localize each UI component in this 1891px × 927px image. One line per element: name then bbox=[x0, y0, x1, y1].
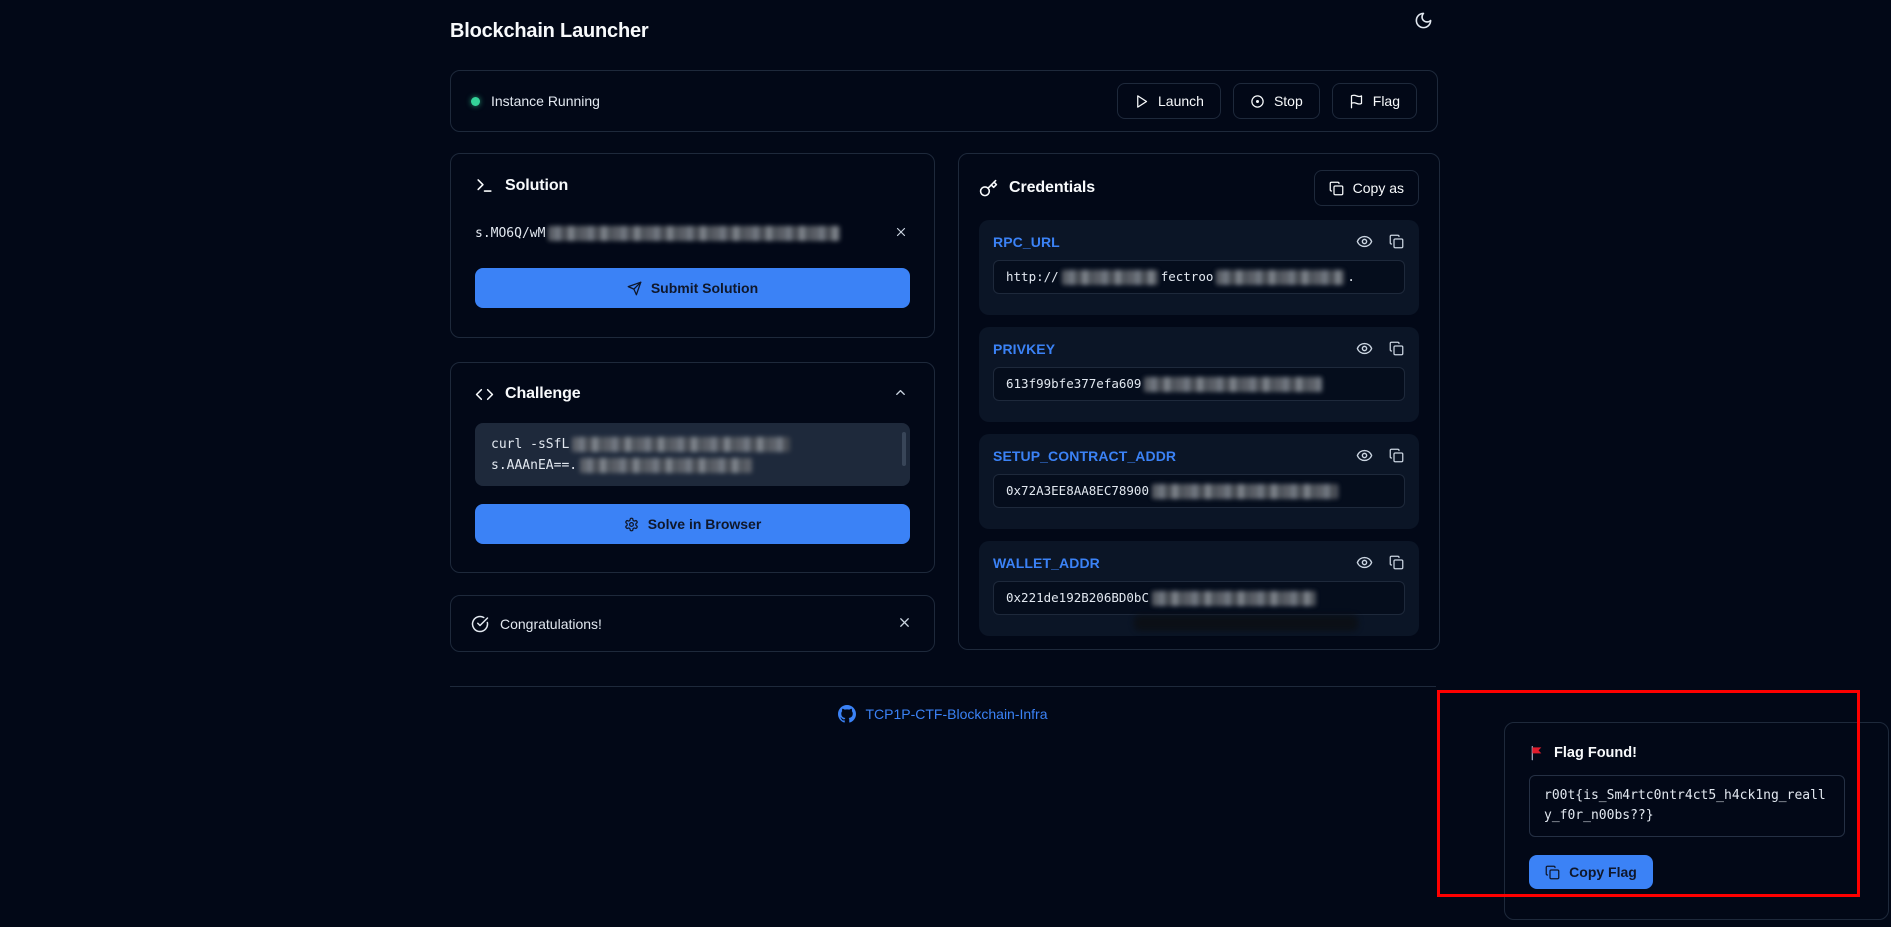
credential-group-setup-contract-addr: SETUP_CONTRACT_ADDR 0x72A3EE8AA8EC78900 bbox=[979, 434, 1419, 529]
congratulations-banner: Congratulations! bbox=[450, 595, 935, 652]
eye-icon bbox=[1356, 233, 1373, 250]
flag-button[interactable]: Flag bbox=[1332, 83, 1417, 119]
instance-actions: Launch Stop Flag bbox=[1117, 83, 1417, 119]
moon-icon bbox=[1414, 11, 1433, 30]
key-icon bbox=[979, 179, 998, 198]
code-line-1: curl -sSfL bbox=[491, 437, 569, 452]
solution-input-redacted bbox=[548, 226, 840, 241]
terminal-icon bbox=[475, 176, 494, 195]
challenge-card-title: Challenge bbox=[505, 385, 581, 403]
copy-value-button[interactable] bbox=[1388, 233, 1405, 250]
send-icon bbox=[627, 281, 642, 296]
copy-icon bbox=[1389, 234, 1404, 249]
submit-solution-label: Submit Solution bbox=[651, 280, 758, 296]
code-icon bbox=[475, 385, 494, 404]
credential-group-rpc-url: RPC_URL http://fectroo. bbox=[979, 220, 1419, 315]
credential-label: RPC_URL bbox=[993, 234, 1060, 250]
redaction-overflow bbox=[1134, 615, 1358, 631]
dismiss-congratulations-button[interactable] bbox=[895, 613, 914, 635]
credentials-card-title: Credentials bbox=[1009, 179, 1095, 197]
eye-icon bbox=[1356, 554, 1373, 571]
copy-icon bbox=[1329, 181, 1344, 196]
credential-value: 613f99bfe377efa609 bbox=[993, 367, 1405, 401]
flag-found-title: Flag Found! bbox=[1554, 745, 1637, 761]
code-line-2: s.AAAnEA==. bbox=[491, 458, 577, 473]
copy-as-label: Copy as bbox=[1353, 180, 1404, 196]
reveal-value-button[interactable] bbox=[1355, 446, 1374, 465]
github-repo-link[interactable]: TCP1P-CTF-Blockchain-Infra bbox=[838, 705, 1047, 723]
copy-flag-label: Copy Flag bbox=[1569, 864, 1637, 880]
copy-flag-button[interactable]: Copy Flag bbox=[1529, 855, 1653, 889]
collapse-challenge-button[interactable] bbox=[891, 383, 910, 405]
credential-label: SETUP_CONTRACT_ADDR bbox=[993, 448, 1176, 464]
copy-value-button[interactable] bbox=[1388, 340, 1405, 357]
copy-icon bbox=[1545, 865, 1560, 880]
code-scrollbar-thumb[interactable] bbox=[902, 432, 906, 466]
status-text: Instance Running bbox=[491, 93, 600, 109]
reveal-value-button[interactable] bbox=[1355, 232, 1374, 251]
credential-group-wallet-addr: WALLET_ADDR 0x221de192B206BD0bC bbox=[979, 541, 1419, 636]
solution-input[interactable]: s.MO6Q/wM bbox=[475, 223, 910, 244]
github-repo-link-label: TCP1P-CTF-Blockchain-Infra bbox=[865, 706, 1047, 722]
footer: TCP1P-CTF-Blockchain-Infra bbox=[450, 701, 1436, 727]
credentials-card: Credentials Copy as RPC_URL http://fectr… bbox=[958, 153, 1440, 650]
status-indicator-dot bbox=[471, 97, 480, 106]
check-circle-icon bbox=[471, 615, 489, 633]
credential-label: WALLET_ADDR bbox=[993, 555, 1100, 571]
instance-status-bar: Instance Running Launch Stop Flag bbox=[450, 70, 1438, 132]
congratulations-message: Congratulations! bbox=[500, 616, 602, 632]
solution-input-value: s.MO6Q/wM bbox=[475, 226, 545, 241]
clear-solution-button[interactable] bbox=[892, 223, 910, 244]
copy-as-button[interactable]: Copy as bbox=[1314, 170, 1419, 206]
stop-button-label: Stop bbox=[1274, 93, 1303, 109]
reveal-value-button[interactable] bbox=[1355, 553, 1374, 572]
copy-value-button[interactable] bbox=[1388, 447, 1405, 464]
page-title: Blockchain Launcher bbox=[450, 17, 648, 45]
stop-button[interactable]: Stop bbox=[1233, 83, 1320, 119]
github-icon bbox=[838, 705, 856, 723]
eye-icon bbox=[1356, 447, 1373, 464]
launch-button-label: Launch bbox=[1158, 93, 1204, 109]
launch-button[interactable]: Launch bbox=[1117, 83, 1221, 119]
copy-icon bbox=[1389, 555, 1404, 570]
close-icon bbox=[897, 615, 912, 630]
close-icon bbox=[894, 225, 908, 239]
copy-icon bbox=[1389, 448, 1404, 463]
submit-solution-button[interactable]: Submit Solution bbox=[475, 268, 910, 308]
credential-value: 0x221de192B206BD0bC bbox=[993, 581, 1405, 615]
flag-icon bbox=[1349, 94, 1364, 109]
copy-icon bbox=[1389, 341, 1404, 356]
copy-value-button[interactable] bbox=[1388, 554, 1405, 571]
challenge-code-block: curl -sSfL s.AAAnEA==. bbox=[475, 423, 910, 486]
solution-card: Solution s.MO6Q/wM Submit Solution bbox=[450, 153, 935, 338]
chevron-up-icon bbox=[893, 385, 908, 400]
play-icon bbox=[1134, 94, 1149, 109]
solution-card-title: Solution bbox=[505, 177, 568, 195]
flag-value-box: r00t{is_Sm4rtc0ntr4ct5_h4ck1ng_really_f0… bbox=[1529, 775, 1845, 837]
red-flag-icon bbox=[1529, 745, 1545, 761]
footer-divider bbox=[450, 686, 1436, 687]
credential-value: 0x72A3EE8AA8EC78900 bbox=[993, 474, 1405, 508]
credential-label: PRIVKEY bbox=[993, 341, 1055, 357]
stop-circle-icon bbox=[1250, 94, 1265, 109]
eye-icon bbox=[1356, 340, 1373, 357]
theme-toggle-button[interactable] bbox=[1406, 5, 1440, 35]
credential-value: http://fectroo. bbox=[993, 260, 1405, 294]
credential-group-privkey: PRIVKEY 613f99bfe377efa609 bbox=[979, 327, 1419, 422]
flag-found-toast: Flag Found! r00t{is_Sm4rtc0ntr4ct5_h4ck1… bbox=[1504, 722, 1889, 920]
flag-button-label: Flag bbox=[1373, 93, 1400, 109]
solve-in-browser-label: Solve in Browser bbox=[648, 516, 762, 532]
challenge-card: Challenge curl -sSfL s.AAAnEA==. Solve i… bbox=[450, 362, 935, 573]
gear-icon bbox=[624, 517, 639, 532]
reveal-value-button[interactable] bbox=[1355, 339, 1374, 358]
flag-value: r00t{is_Sm4rtc0ntr4ct5_h4ck1ng_really_f0… bbox=[1544, 788, 1826, 823]
solve-in-browser-button[interactable]: Solve in Browser bbox=[475, 504, 910, 544]
